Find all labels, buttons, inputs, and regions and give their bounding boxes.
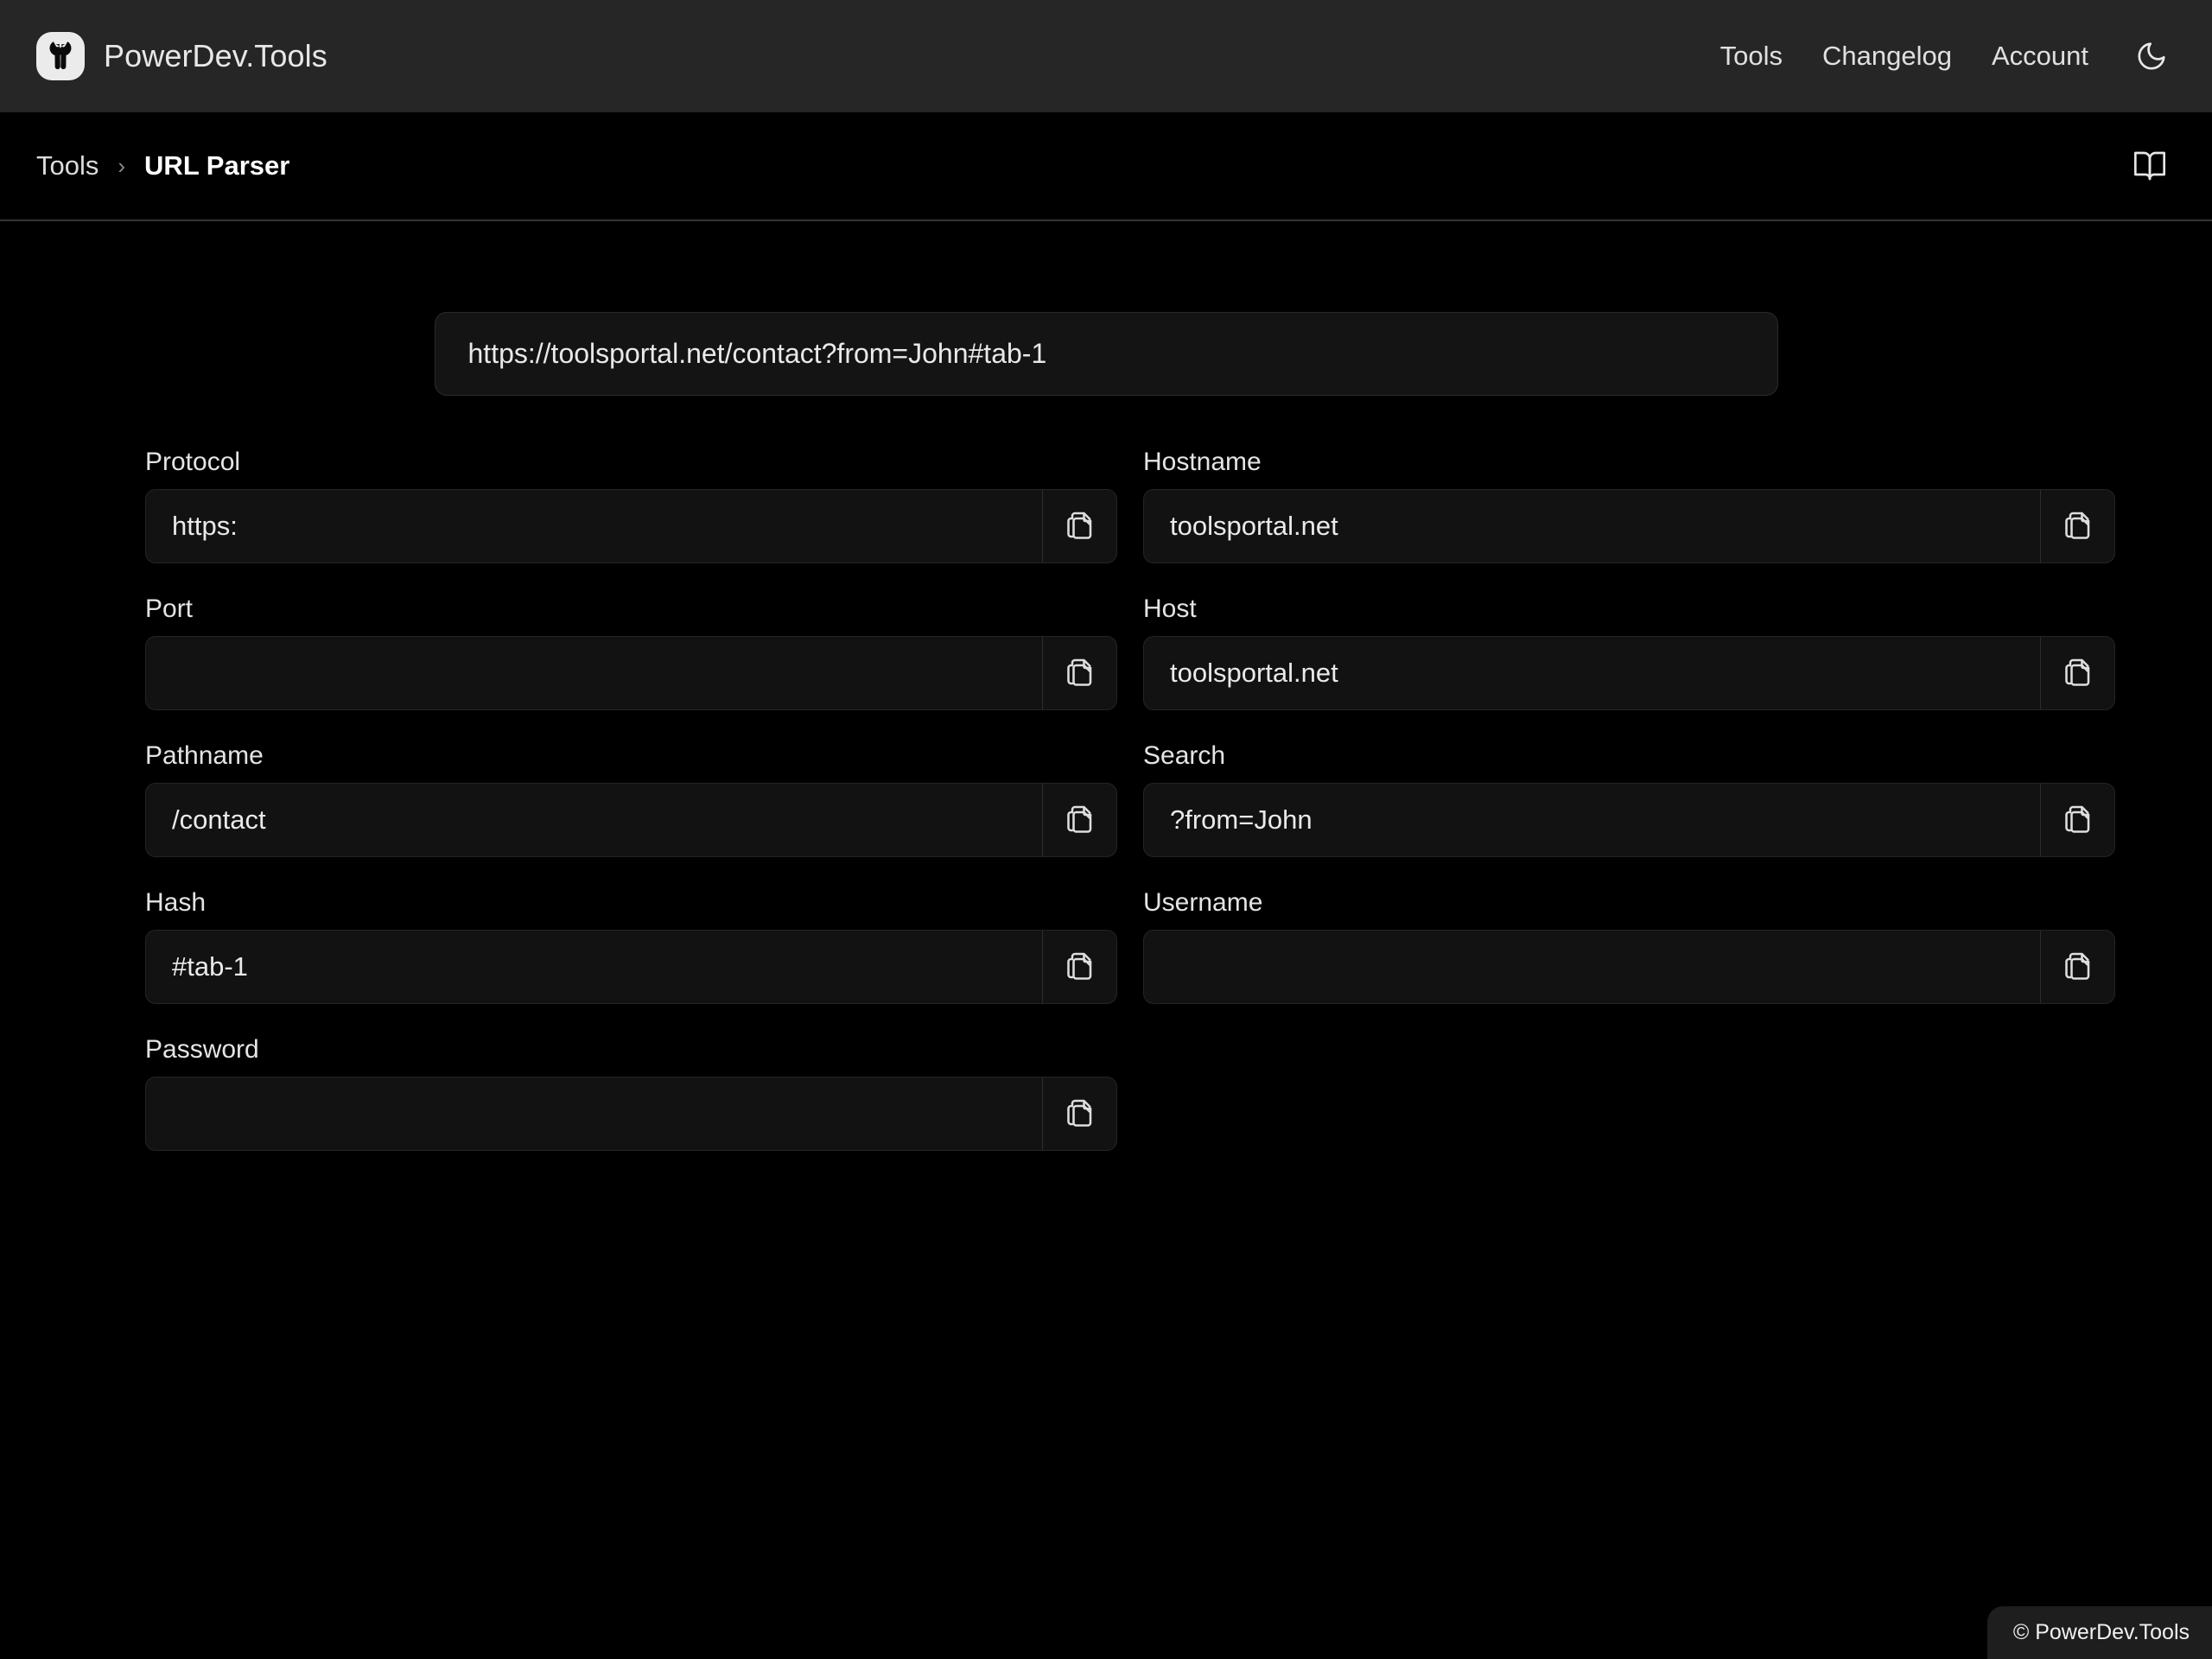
copy-icon[interactable] [1042,1077,1116,1150]
content-panel: Tools › URL Parser https://toolsportal.n… [0,112,2212,1659]
field-value-password[interactable] [146,1101,1042,1128]
field-value-port[interactable] [146,660,1042,687]
field-box-host: toolsportal.net [1143,636,2115,710]
field-value-pathname[interactable]: /contact [146,784,1042,856]
copy-icon[interactable] [2040,637,2114,709]
copy-icon[interactable] [2040,490,2114,563]
field-value-hostname[interactable]: toolsportal.net [1144,490,2040,563]
field-host: Host toolsportal.net [1143,594,2115,710]
breadcrumb-link-tools[interactable]: Tools [36,150,99,181]
field-value-hash[interactable]: #tab-1 [146,931,1042,1003]
field-password: Password [145,1035,1117,1151]
field-label-username: Username [1143,888,2115,918]
field-label-password: Password [145,1035,1117,1065]
brand-name-label: PowerDev.Tools [104,38,327,74]
field-pathname: Pathname /contact [145,741,1117,857]
url-input[interactable]: https://toolsportal.net/contact?from=Joh… [435,312,1778,396]
copy-icon[interactable] [1042,784,1116,856]
field-label-host: Host [1143,594,2115,624]
field-value-search[interactable]: ?from=John [1144,784,2040,856]
field-box-hash: #tab-1 [145,930,1117,1004]
nav-link-tools[interactable]: Tools [1700,41,1802,72]
copy-icon[interactable] [1042,490,1116,563]
field-box-username [1143,930,2115,1004]
field-value-host[interactable]: toolsportal.net [1144,637,2040,709]
brand-logo[interactable]: PowerDev.Tools [36,32,327,80]
field-label-pathname: Pathname [145,741,1117,771]
breadcrumb-bar: Tools › URL Parser [0,112,2212,221]
footer-copyright: © PowerDev.Tools [1987,1606,2212,1659]
breadcrumb: Tools › URL Parser [36,150,289,181]
top-navigation: Tools Changelog Account [1700,34,2177,79]
wrench-logo-icon [36,32,85,80]
field-label-hash: Hash [145,888,1117,918]
top-header-bar: PowerDev.Tools Tools Changelog Account [0,0,2212,112]
nav-link-changelog[interactable]: Changelog [1802,41,1972,72]
field-username: Username [1143,888,2115,1004]
nav-link-account[interactable]: Account [1972,41,2108,72]
field-box-protocol: https: [145,489,1117,563]
field-value-protocol[interactable]: https: [146,490,1042,563]
field-protocol: Protocol https: [145,448,1117,563]
field-label-port: Port [145,594,1117,624]
field-box-password [145,1077,1117,1151]
copy-icon[interactable] [1042,637,1116,709]
field-label-search: Search [1143,741,2115,771]
field-box-pathname: /contact [145,783,1117,857]
parsed-fields-grid: Protocol https: Port [145,448,2067,1182]
copy-icon[interactable] [2040,931,2114,1003]
field-box-port [145,636,1117,710]
field-value-username[interactable] [1144,954,2040,981]
field-search: Search ?from=John [1143,741,2115,857]
field-label-protocol: Protocol [145,448,1117,477]
field-hostname: Hostname toolsportal.net [1143,448,2115,563]
field-port: Port [145,594,1117,710]
page-title: URL Parser [144,150,289,181]
book-icon[interactable] [2124,140,2176,192]
copy-icon[interactable] [1042,931,1116,1003]
copy-icon[interactable] [2040,784,2114,856]
field-box-hostname: toolsportal.net [1143,489,2115,563]
field-label-hostname: Hostname [1143,448,2115,477]
url-input-row: https://toolsportal.net/contact?from=Joh… [0,221,2212,396]
field-box-search: ?from=John [1143,783,2115,857]
chevron-right-icon: › [118,155,125,177]
field-hash: Hash #tab-1 [145,888,1117,1004]
moon-icon[interactable] [2129,34,2174,79]
